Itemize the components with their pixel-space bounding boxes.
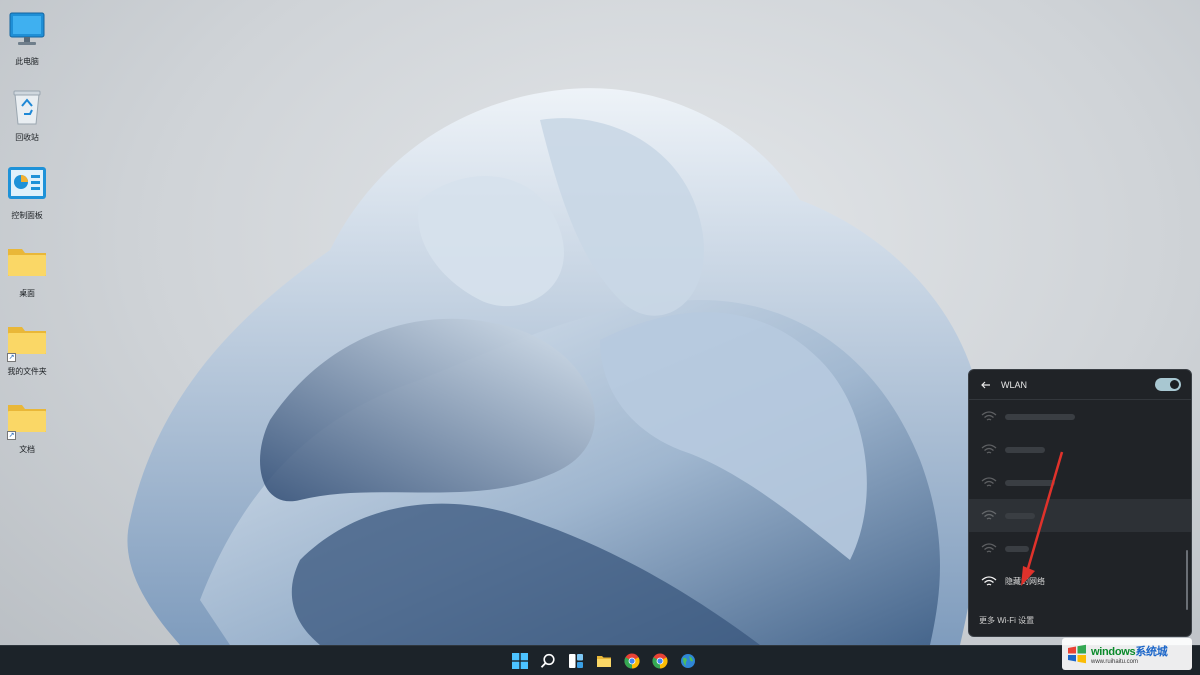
wlan-toggle[interactable] bbox=[1155, 378, 1181, 391]
back-arrow-icon[interactable] bbox=[979, 378, 993, 392]
network-item[interactable] bbox=[969, 499, 1191, 532]
desktop-icon-label: 回收站 bbox=[15, 133, 39, 142]
desktop-icon-label: 文档 bbox=[19, 445, 35, 454]
chrome-icon bbox=[624, 653, 640, 669]
taskbar-apps bbox=[508, 649, 700, 673]
watermark: windows系统城 www.ruihaitu.com bbox=[1062, 638, 1192, 670]
wifi-icon bbox=[981, 575, 997, 586]
folder-icon bbox=[597, 656, 611, 667]
wifi-icon bbox=[981, 476, 997, 487]
desktop-icon-control-panel[interactable]: 控制面板 bbox=[2, 162, 52, 232]
network-item[interactable] bbox=[969, 466, 1191, 499]
file-explorer-button[interactable] bbox=[592, 649, 616, 673]
hidden-network-item[interactable]: 隐藏的网络 bbox=[969, 565, 1191, 598]
recycle-bin-icon bbox=[5, 84, 49, 128]
shortcut-arrow-icon: ↗ bbox=[7, 353, 16, 362]
watermark-url: www.ruihaitu.com bbox=[1091, 659, 1139, 665]
desktop-icon-label: 此电脑 bbox=[15, 57, 39, 66]
folder-shortcut-icon: ↗ bbox=[5, 396, 49, 440]
chrome-button[interactable] bbox=[620, 649, 644, 673]
folder-icon bbox=[5, 240, 49, 284]
windows-flag-logo-icon bbox=[1068, 644, 1086, 664]
desktop-icon-label: 桌面 bbox=[19, 289, 35, 298]
network-item[interactable] bbox=[969, 400, 1191, 433]
desktop-icon-recycle-bin[interactable]: 回收站 bbox=[2, 84, 52, 154]
wlan-header: WLAN bbox=[969, 370, 1191, 400]
search-button[interactable] bbox=[536, 649, 560, 673]
desktop-icon-desktop-folder[interactable]: 桌面 bbox=[2, 240, 52, 310]
search-icon bbox=[540, 653, 555, 668]
shortcut-arrow-icon: ↗ bbox=[7, 431, 16, 440]
watermark-brand-cn: 系统城 bbox=[1135, 646, 1168, 658]
network-item[interactable] bbox=[969, 532, 1191, 565]
desktop-icon-documents[interactable]: ↗ 文档 bbox=[2, 396, 52, 466]
wifi-icon bbox=[981, 509, 997, 520]
wlan-title: WLAN bbox=[1001, 379, 1028, 390]
scrollbar[interactable] bbox=[1186, 550, 1188, 610]
folder-shortcut-icon: ↗ bbox=[5, 318, 49, 362]
control-panel-icon bbox=[5, 162, 49, 206]
annotation-arrow bbox=[1021, 451, 1064, 586]
watermark-brand: windows bbox=[1091, 646, 1136, 658]
chrome-icon bbox=[652, 653, 668, 669]
desktop-icon-label: 我的文件夹 bbox=[7, 367, 47, 376]
more-wifi-settings-link[interactable]: 更多 Wi-Fi 设置 bbox=[979, 615, 1034, 626]
windows-logo-icon bbox=[512, 653, 528, 669]
widgets-button[interactable] bbox=[564, 649, 588, 673]
globe-icon bbox=[681, 654, 695, 668]
computer-icon bbox=[5, 8, 49, 52]
network-list: 隐藏的网络 bbox=[969, 400, 1191, 610]
browser-button[interactable] bbox=[676, 649, 700, 673]
wlan-flyout: WLAN 隐藏的网络 更多 Wi-Fi 设置 bbox=[968, 369, 1192, 637]
desktop-icon-this-pc[interactable]: 此电脑 bbox=[2, 8, 52, 78]
desktop-icon-my-folder[interactable]: ↗ 我的文件夹 bbox=[2, 318, 52, 388]
desktop-icon-label: 控制面板 bbox=[11, 211, 43, 220]
network-item[interactable] bbox=[969, 433, 1191, 466]
blurred-ssid bbox=[1005, 413, 1075, 420]
wifi-icon bbox=[981, 542, 997, 553]
widgets-icon bbox=[569, 654, 583, 668]
taskbar bbox=[0, 645, 1200, 675]
wifi-icon bbox=[981, 443, 997, 454]
wifi-icon bbox=[981, 410, 997, 421]
start-button[interactable] bbox=[508, 649, 532, 673]
chrome-button-2[interactable] bbox=[648, 649, 672, 673]
